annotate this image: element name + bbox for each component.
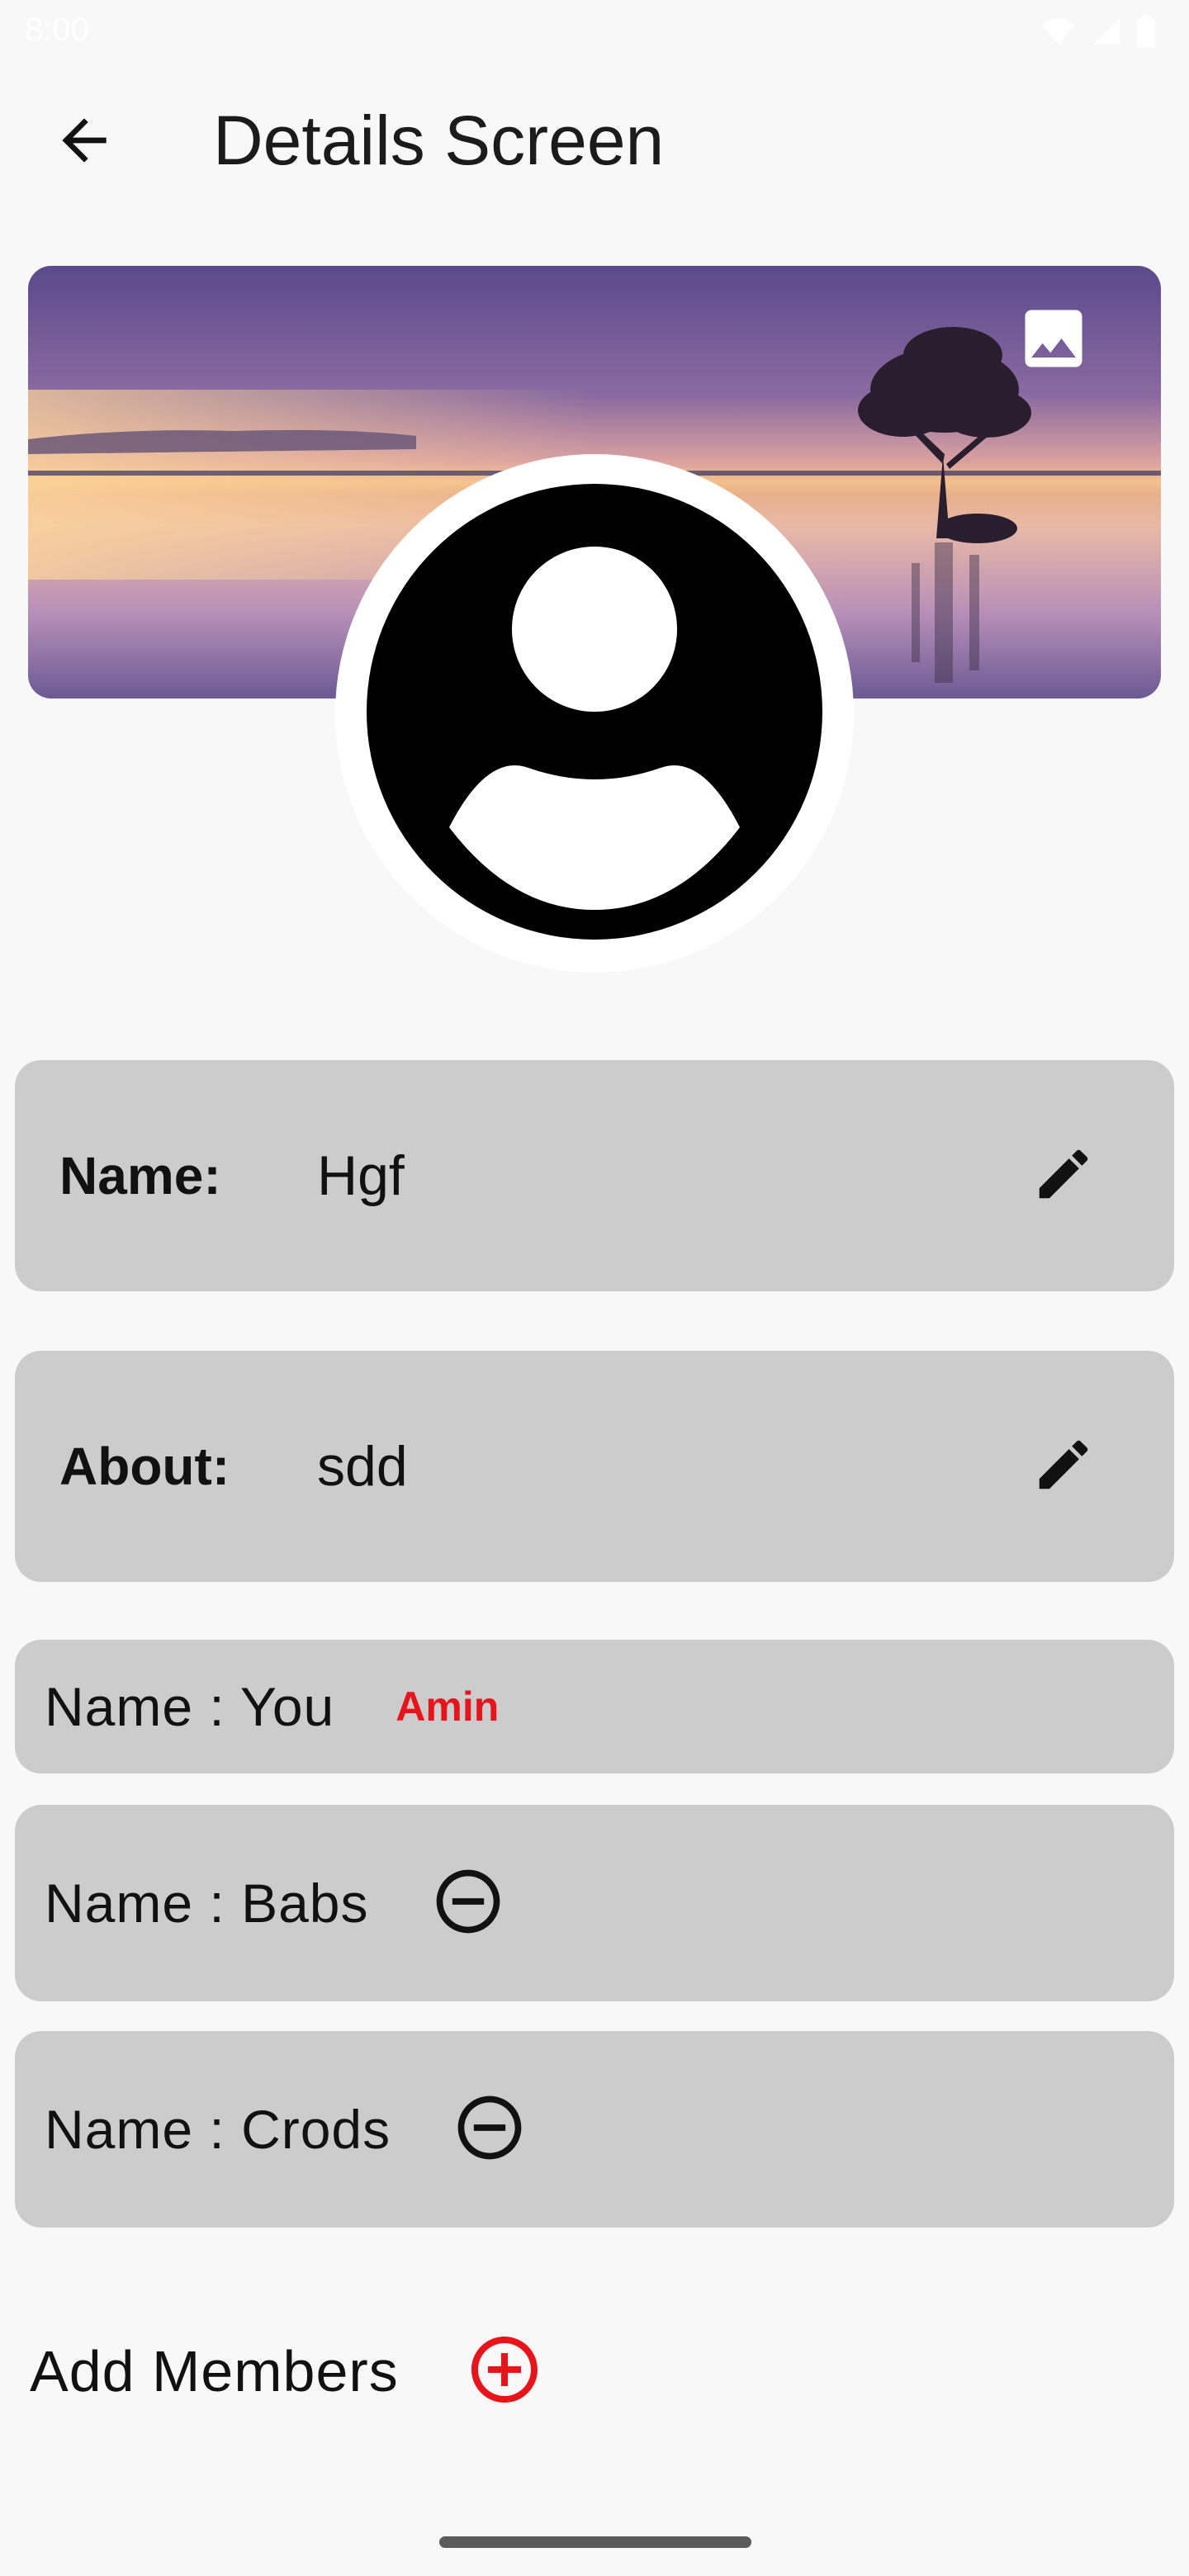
member-name: Name : Babs [45,1873,369,1934]
member-name: Name : You [45,1676,335,1737]
remove-member-button[interactable] [429,1863,508,1943]
name-field-value: Hgf [317,1144,405,1207]
remove-circle-icon [452,2090,528,2170]
edit-pencil-icon [1031,1432,1096,1501]
remove-member-button[interactable] [450,2090,529,2169]
admin-badge: Amin [396,1683,500,1730]
about-field-card: About: sdd [15,1351,1174,1582]
member-name: Name : Crods [45,2099,391,2160]
member-row-babs: Name : Babs [15,1805,1174,2001]
back-button[interactable] [41,99,127,185]
battery-icon [1136,14,1156,52]
account-circle-icon [363,481,826,947]
change-cover-button[interactable] [1012,299,1095,381]
edit-pencil-icon [1031,1142,1096,1210]
about-field-value: sdd [317,1435,408,1498]
about-field-label: About: [59,1437,230,1496]
status-icons [1040,14,1156,52]
wifi-icon [1040,17,1077,50]
status-bar: 8:00 [0,0,1189,66]
arrow-back-icon [51,107,117,178]
edit-name-button[interactable] [1024,1136,1103,1215]
add-members-label: Add Members [30,2339,399,2403]
avatar[interactable] [335,454,854,973]
member-row-crods: Name : Crods [15,2031,1174,2228]
image-icon [1016,301,1092,381]
member-row-you: Name : You Amin [15,1640,1174,1773]
status-time: 8:00 [25,12,89,48]
home-indicator[interactable] [439,2536,751,2548]
page-title: Details Screen [213,102,665,179]
add-members-row: Add Members [30,2322,546,2421]
name-field-card: Name: Hgf [15,1060,1174,1291]
signal-icon [1092,17,1121,50]
name-field-label: Name: [59,1146,221,1205]
app-bar: Details Screen [0,74,1189,206]
edit-about-button[interactable] [1024,1427,1103,1506]
add-member-button[interactable] [463,2330,546,2413]
remove-circle-icon [430,1863,506,1944]
add-circle-icon [465,2330,544,2413]
